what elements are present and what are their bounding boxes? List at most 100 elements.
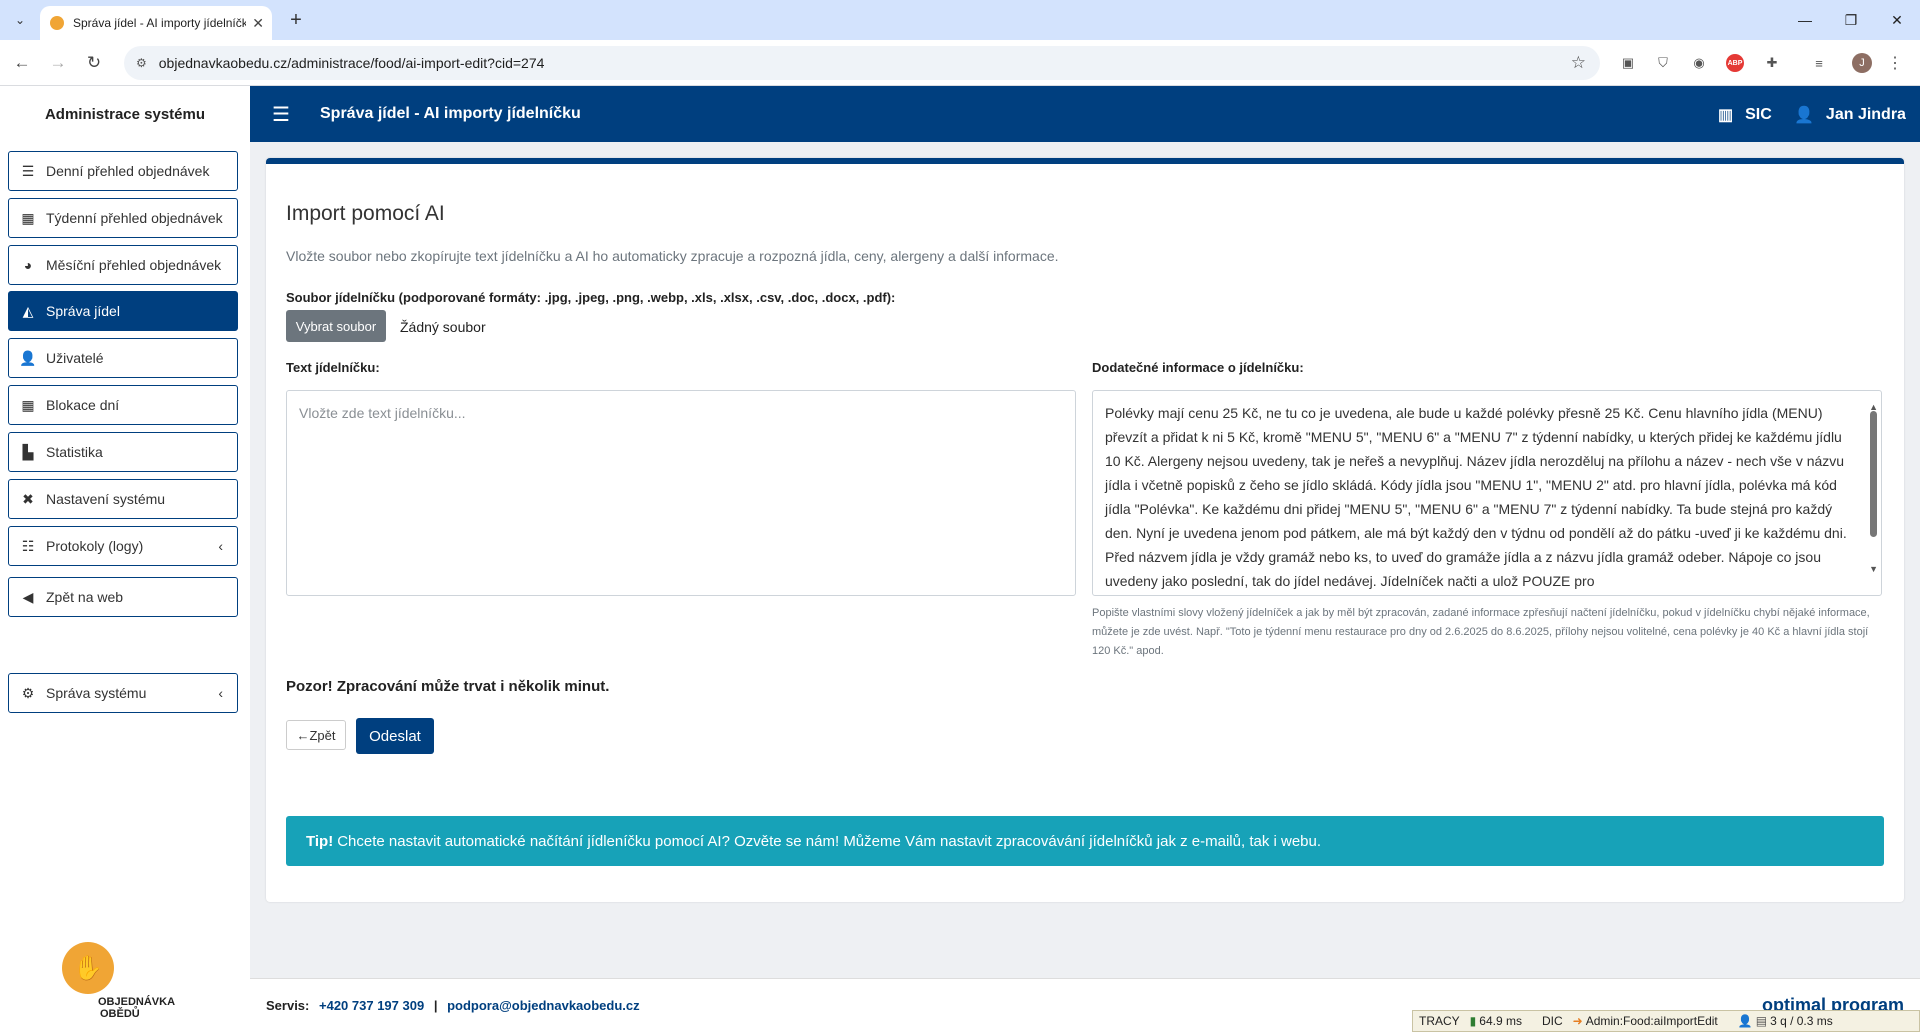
- reload-icon[interactable]: ↻: [80, 50, 108, 76]
- tracy-time[interactable]: ▮ 64.9 ms: [1470, 1014, 1532, 1028]
- arrow-left-icon: ←: [296, 727, 310, 743]
- sidebar-item-monthly-orders[interactable]: ◕ Měsíční přehled objednávek: [8, 245, 238, 285]
- file-upload-label: Soubor jídelníčku (podporované formáty: …: [286, 290, 896, 305]
- sidebar-item-logs[interactable]: ☷ Protokoly (logy) ‹: [8, 526, 238, 566]
- service-email-link[interactable]: podpora@objednavkaobedu.cz: [447, 998, 640, 1013]
- sidebar-item-statistics[interactable]: ▙ Statistika: [8, 432, 238, 472]
- logo-hand-icon: ✋: [62, 942, 114, 994]
- extension-translate-icon[interactable]: ▣: [1617, 52, 1639, 74]
- sidebar-item-food-management[interactable]: ◭ Správa jídel: [8, 291, 238, 331]
- restore-icon[interactable]: ❐: [1828, 0, 1874, 40]
- objednavka-obedu-logo[interactable]: ✋ OBJEDNÁVKA OBĚDŮ: [58, 942, 198, 1022]
- tracy-debug-bar[interactable]: TRACY ▮ 64.9 ms DIC ➜ Admin:Food:aiImportE…: [1412, 1010, 1920, 1032]
- logo-text-line1: OBJEDNÁVKA: [98, 996, 176, 1008]
- choose-file-button[interactable]: Vybrat soubor: [286, 310, 386, 342]
- back-button[interactable]: ← Zpět: [286, 720, 346, 750]
- users-cog-icon: 👤: [19, 349, 37, 366]
- pizza-slice-icon: ◭: [22, 302, 34, 319]
- file-selected-status: Žádný soubor: [400, 319, 486, 335]
- sidebar-item-system-settings[interactable]: ✖ Nastavení systému: [8, 479, 238, 519]
- browser-tabstrip: ⌄ Správa jídel - AI importy jídelníčku ✕…: [0, 0, 1920, 40]
- cogs-icon: ⚙: [21, 684, 35, 701]
- sidebar-item-label: Týdenní přehled objednávek: [46, 210, 223, 226]
- forward-arrow-icon[interactable]: →: [44, 50, 72, 76]
- sidebar-item-label: Měsíční přehled objednávek: [46, 257, 222, 273]
- processing-warning: Pozor! Zpracování může trvat i několik m…: [286, 678, 610, 695]
- footer-contact: Servis: +420 737 197 309 | podpora@objed…: [266, 998, 640, 1013]
- sidebar-item-daily-orders[interactable]: ☰ Denní přehled objednávek: [8, 151, 238, 191]
- user-icon: 👤: [1794, 107, 1814, 124]
- back-button-label: Zpět: [309, 727, 336, 743]
- organization-selector[interactable]: ▥ SIC: [1718, 105, 1772, 125]
- browser-toolbar: ← → ↻ ⚙ objednavkaobedu.cz/administrace/…: [0, 40, 1920, 86]
- extensions-puzzle-icon[interactable]: ✚: [1761, 52, 1783, 74]
- database-icon: ▤: [1755, 1014, 1768, 1028]
- tip-text: Chcete nastavit automatické načítání jíd…: [337, 832, 1322, 850]
- ai-import-card: Import pomocí AI Vložte soubor nebo zkop…: [266, 158, 1904, 902]
- chevron-left-icon: ‹: [218, 538, 223, 554]
- back-arrow-icon[interactable]: ←: [8, 50, 36, 76]
- site-settings-icon[interactable]: ⚙: [136, 56, 147, 70]
- sidebar-item-label: Nastavení systému: [46, 491, 166, 507]
- sidebar-title: Administrace systému: [44, 106, 206, 123]
- tracy-route-value: Admin:Food:aiImportEdit: [1585, 1014, 1718, 1028]
- bookmark-star-icon[interactable]: ☆: [1571, 53, 1586, 73]
- tracy-user-icon[interactable]: 👤: [1738, 1014, 1753, 1028]
- address-url: objednavkaobedu.cz/administrace/food/ai-…: [158, 55, 545, 71]
- profile-avatar[interactable]: J: [1852, 53, 1872, 73]
- sidebar-item-weekly-orders[interactable]: ▦ Týdenní přehled objednávek: [8, 198, 238, 238]
- service-label: Servis:: [266, 998, 310, 1013]
- tracy-time-value: 64.9 ms: [1479, 1014, 1522, 1028]
- extension-camera-icon[interactable]: ◉: [1688, 52, 1710, 74]
- browser-tab[interactable]: Správa jídel - AI importy jídelníčku ✕: [40, 6, 272, 40]
- pie-chart-icon: ◕: [23, 257, 33, 273]
- submit-button[interactable]: Odeslat: [356, 718, 434, 754]
- textarea-scrollbar[interactable]: [1870, 411, 1877, 537]
- bar-chart-icon: ▙: [22, 443, 34, 460]
- sidebar-item-back-to-web[interactable]: ◀ Zpět na web: [8, 577, 238, 617]
- tracy-queries[interactable]: ▤ 3 q / 0.3 ms: [1756, 1014, 1843, 1028]
- database-icon: ☰: [21, 162, 35, 179]
- sidebar-item-users[interactable]: 👤 Uživatelé: [8, 338, 238, 378]
- tracy-route[interactable]: ➜ Admin:Food:aiImportEdit: [1573, 1014, 1728, 1028]
- browser-menu-icon[interactable]: ⋮: [1884, 52, 1906, 74]
- sidebar-item-day-blocking[interactable]: ▦ Blokace dní: [8, 385, 238, 425]
- new-tab-plus-icon[interactable]: +: [282, 7, 310, 33]
- arrow-circle-left-icon: ◀: [22, 588, 34, 605]
- tip-bold: Tip!: [306, 832, 334, 850]
- hamburger-menu-icon[interactable]: ☰: [272, 102, 290, 127]
- sidebar-item-label: Statistika: [46, 444, 103, 460]
- user-name: Jan Jindra: [1825, 106, 1906, 123]
- sidebar-item-system-management[interactable]: ⚙ Správa systému ‹: [8, 673, 238, 713]
- user-menu[interactable]: 👤 Jan Jindra: [1794, 105, 1906, 125]
- adblock-plus-icon[interactable]: ABP: [1726, 54, 1744, 72]
- extra-info-textarea[interactable]: Polévky mají cenu 25 Kč, ne tu co je uve…: [1092, 390, 1882, 596]
- service-phone-link[interactable]: +420 737 197 309: [319, 998, 424, 1013]
- organization-name: SIC: [1745, 106, 1772, 123]
- tracy-label[interactable]: TRACY: [1419, 1014, 1460, 1028]
- tracy-di[interactable]: DIC: [1542, 1014, 1563, 1028]
- chevron-left-icon: ‹: [218, 685, 223, 701]
- menu-text-label: Text jídelníčku:: [286, 360, 380, 375]
- tab-close-icon[interactable]: ✕: [252, 15, 264, 32]
- window-close-icon[interactable]: ✕: [1874, 0, 1920, 40]
- timer-icon: ▮: [1469, 1014, 1477, 1028]
- reading-list-icon[interactable]: ≡: [1808, 52, 1830, 74]
- tab-search-chevron-icon[interactable]: ⌄: [6, 8, 34, 32]
- address-bar[interactable]: ⚙ objednavkaobedu.cz/administrace/food/a…: [124, 46, 1600, 80]
- extra-info-label: Dodatečné informace o jídelníčku:: [1092, 360, 1304, 375]
- sidebar: Administrace systému ☰ Denní přehled obj…: [0, 86, 250, 1032]
- calendar-block-icon: ▦: [21, 396, 35, 413]
- sidebar-item-label: Protokoly (logy): [46, 538, 144, 554]
- card-description: Vložte soubor nebo zkopírujte text jídel…: [286, 248, 1059, 264]
- route-arrow-icon: ➜: [1572, 1014, 1583, 1028]
- minimize-icon[interactable]: —: [1782, 0, 1828, 40]
- logo-text-line2: OBĚDŮ: [100, 1008, 140, 1020]
- list-icon: ☷: [21, 537, 35, 554]
- menu-text-input[interactable]: Vložte zde text jídelníčku...: [286, 390, 1076, 596]
- scroll-down-arrow-icon[interactable]: ▼: [1869, 557, 1878, 581]
- sidebar-item-label: Uživatelé: [46, 350, 104, 366]
- extension-shield-icon[interactable]: ⛉: [1652, 52, 1674, 74]
- page-title: Správa jídel - AI importy jídelníčku: [320, 105, 581, 122]
- tip-alert: Tip! Chcete nastavit automatické načítán…: [286, 816, 1884, 866]
